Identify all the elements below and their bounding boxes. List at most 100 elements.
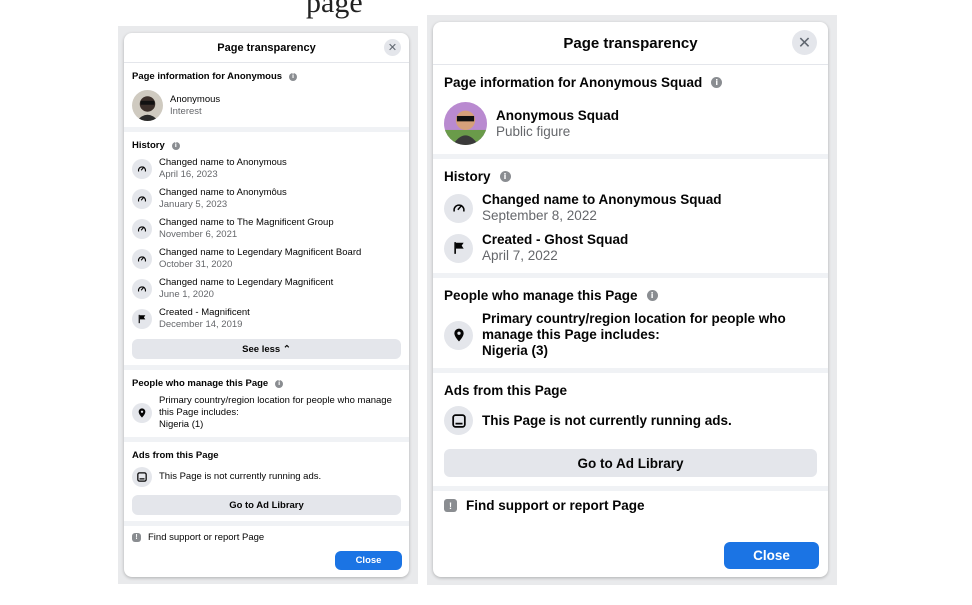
section-title: Page information for Anonymous i xyxy=(132,71,401,82)
history-date: April 16, 2023 xyxy=(159,169,218,180)
page-identity[interactable]: Anonymous Squad Public figure xyxy=(444,102,817,145)
report-icon: ! xyxy=(444,499,457,512)
info-icon[interactable]: i xyxy=(171,141,180,150)
rename-icon xyxy=(132,219,152,239)
rename-icon xyxy=(132,249,152,269)
ads-title: Ads from this Page xyxy=(132,450,219,461)
support-link[interactable]: ! Find support or report Page xyxy=(124,526,409,549)
history-date: September 8, 2022 xyxy=(482,208,597,223)
history-list: Changed name to Anonymous Squad September… xyxy=(444,192,817,264)
history-item: Changed name to Anonymous April 16, 2023 xyxy=(132,157,401,181)
history-item: Created - Ghost Squad April 7, 2022 xyxy=(444,232,817,264)
page-info-section: Page information for Anonymous i Anonymo… xyxy=(124,63,409,132)
flag-icon xyxy=(132,309,152,329)
dialog-header: Page transparency ✕ xyxy=(124,33,409,63)
go-to-ad-library-button[interactable]: Go to Ad Library xyxy=(132,495,401,515)
close-button[interactable]: Close xyxy=(335,551,402,570)
ads-section: Ads from this Page This Page is not curr… xyxy=(124,442,409,526)
ads-text: This Page is not currently running ads. xyxy=(482,412,732,428)
close-icon[interactable]: ✕ xyxy=(792,30,817,55)
info-icon[interactable]: i xyxy=(646,290,658,301)
managers-section: People who manage this Page i Primary co… xyxy=(124,370,409,442)
history-event: Changed name to The Magnificent Group xyxy=(159,217,334,228)
section-title: History i xyxy=(444,169,817,184)
history-section: History i Changed name to Anonymous Squa… xyxy=(433,159,828,278)
page-info-title: Page information for Anonymous Squad xyxy=(444,75,703,90)
history-date: November 6, 2021 xyxy=(159,229,238,240)
report-icon: ! xyxy=(132,533,141,542)
history-section: History i Changed name to Anonymous April… xyxy=(124,132,409,370)
manage-country: Nigeria (1) xyxy=(159,419,204,430)
page-name[interactable]: Anonymous Squad xyxy=(496,108,619,124)
section-title: Ads from this Page xyxy=(444,383,817,398)
history-date: December 14, 2019 xyxy=(159,319,243,330)
ads-status-row: This Page is not currently running ads. xyxy=(132,467,401,487)
see-less-button[interactable]: See less ⌃ xyxy=(132,339,401,359)
history-item: Changed name to Legendary Magnificent Bo… xyxy=(132,247,401,271)
avatar[interactable] xyxy=(444,102,487,145)
manage-title: People who manage this Page xyxy=(132,378,269,389)
dialog-header: Page transparency ✕ xyxy=(433,22,828,65)
partial-heading-text: page xyxy=(306,0,363,19)
close-icon[interactable]: ✕ xyxy=(384,39,401,56)
ad-screen-icon xyxy=(444,406,473,435)
manage-country: Nigeria (3) xyxy=(482,343,549,358)
manage-text: Primary country/region location for peop… xyxy=(159,395,392,418)
history-event: Changed name to Anonymous xyxy=(159,157,287,168)
dialog-title: Page transparency xyxy=(563,34,698,52)
manage-title: People who manage this Page xyxy=(444,288,638,303)
support-text[interactable]: Find support or report Page xyxy=(148,532,264,543)
ads-status-row: This Page is not currently running ads. xyxy=(444,406,817,435)
rename-icon xyxy=(132,159,152,179)
section-title: Ads from this Page xyxy=(132,450,401,461)
history-item: Changed name to Anonymous Squad September… xyxy=(444,192,817,224)
rename-icon xyxy=(444,193,473,223)
history-event: Changed name to Legendary Magnificent xyxy=(159,277,334,288)
history-event: Created - Magnificent xyxy=(159,307,250,318)
history-list: Changed name to Anonymous April 16, 2023 C… xyxy=(132,157,401,331)
info-icon[interactable]: i xyxy=(711,77,723,88)
avatar[interactable] xyxy=(132,90,163,121)
history-title: History xyxy=(444,169,491,184)
dialog-title: Page transparency xyxy=(217,41,316,54)
history-date: June 1, 2020 xyxy=(159,289,214,300)
location-row: Primary country/region location for peop… xyxy=(444,311,817,359)
page-category: Public figure xyxy=(496,123,571,139)
page-transparency-dialog-left: Page transparency ✕ Page information for… xyxy=(124,33,409,577)
history-event: Changed name to Legendary Magnificent Bo… xyxy=(159,247,362,258)
close-button[interactable]: Close xyxy=(724,542,819,569)
section-title: Page information for Anonymous Squad i xyxy=(444,75,817,90)
history-event: Created - Ghost Squad xyxy=(482,232,629,247)
ad-screen-icon xyxy=(132,467,152,487)
page-transparency-dialog-right: Page transparency ✕ Page information for… xyxy=(433,22,828,577)
ads-section: Ads from this Page This Page is not curr… xyxy=(433,373,828,491)
history-date: October 31, 2020 xyxy=(159,259,233,270)
info-icon[interactable]: i xyxy=(289,72,298,81)
page-identity[interactable]: Anonymous Interest xyxy=(132,90,401,121)
location-pin-icon xyxy=(132,403,152,423)
history-item: Changed name to Legendary Magnificent Jun… xyxy=(132,277,401,301)
info-icon[interactable]: i xyxy=(275,379,284,388)
page-name[interactable]: Anonymous xyxy=(170,94,220,106)
page-info-section: Page information for Anonymous Squad i A… xyxy=(433,65,828,159)
history-date: April 7, 2022 xyxy=(482,248,558,263)
ads-text: This Page is not currently running ads. xyxy=(159,471,322,482)
rename-icon xyxy=(132,189,152,209)
support-link[interactable]: ! Find support or report Page xyxy=(433,491,828,520)
section-title: People who manage this Page i xyxy=(132,378,401,389)
support-text[interactable]: Find support or report Page xyxy=(466,498,645,513)
info-icon[interactable]: i xyxy=(499,171,511,182)
history-date: January 5, 2023 xyxy=(159,199,228,210)
section-title: History i xyxy=(132,140,401,151)
history-event: Changed name to Anonymôus xyxy=(159,187,287,198)
manage-text: Primary country/region location for peop… xyxy=(482,311,786,342)
flag-icon xyxy=(444,233,473,263)
history-item: Changed name to Anonymôus January 5, 2023 xyxy=(132,187,401,211)
location-pin-icon xyxy=(444,320,473,350)
managers-section: People who manage this Page i Primary co… xyxy=(433,278,828,373)
history-title: History xyxy=(132,140,165,151)
go-to-ad-library-button[interactable]: Go to Ad Library xyxy=(444,449,817,477)
history-item: Created - Magnificent December 14, 2019 xyxy=(132,307,401,331)
history-item: Changed name to The Magnificent Group Nov… xyxy=(132,217,401,241)
rename-icon xyxy=(132,279,152,299)
